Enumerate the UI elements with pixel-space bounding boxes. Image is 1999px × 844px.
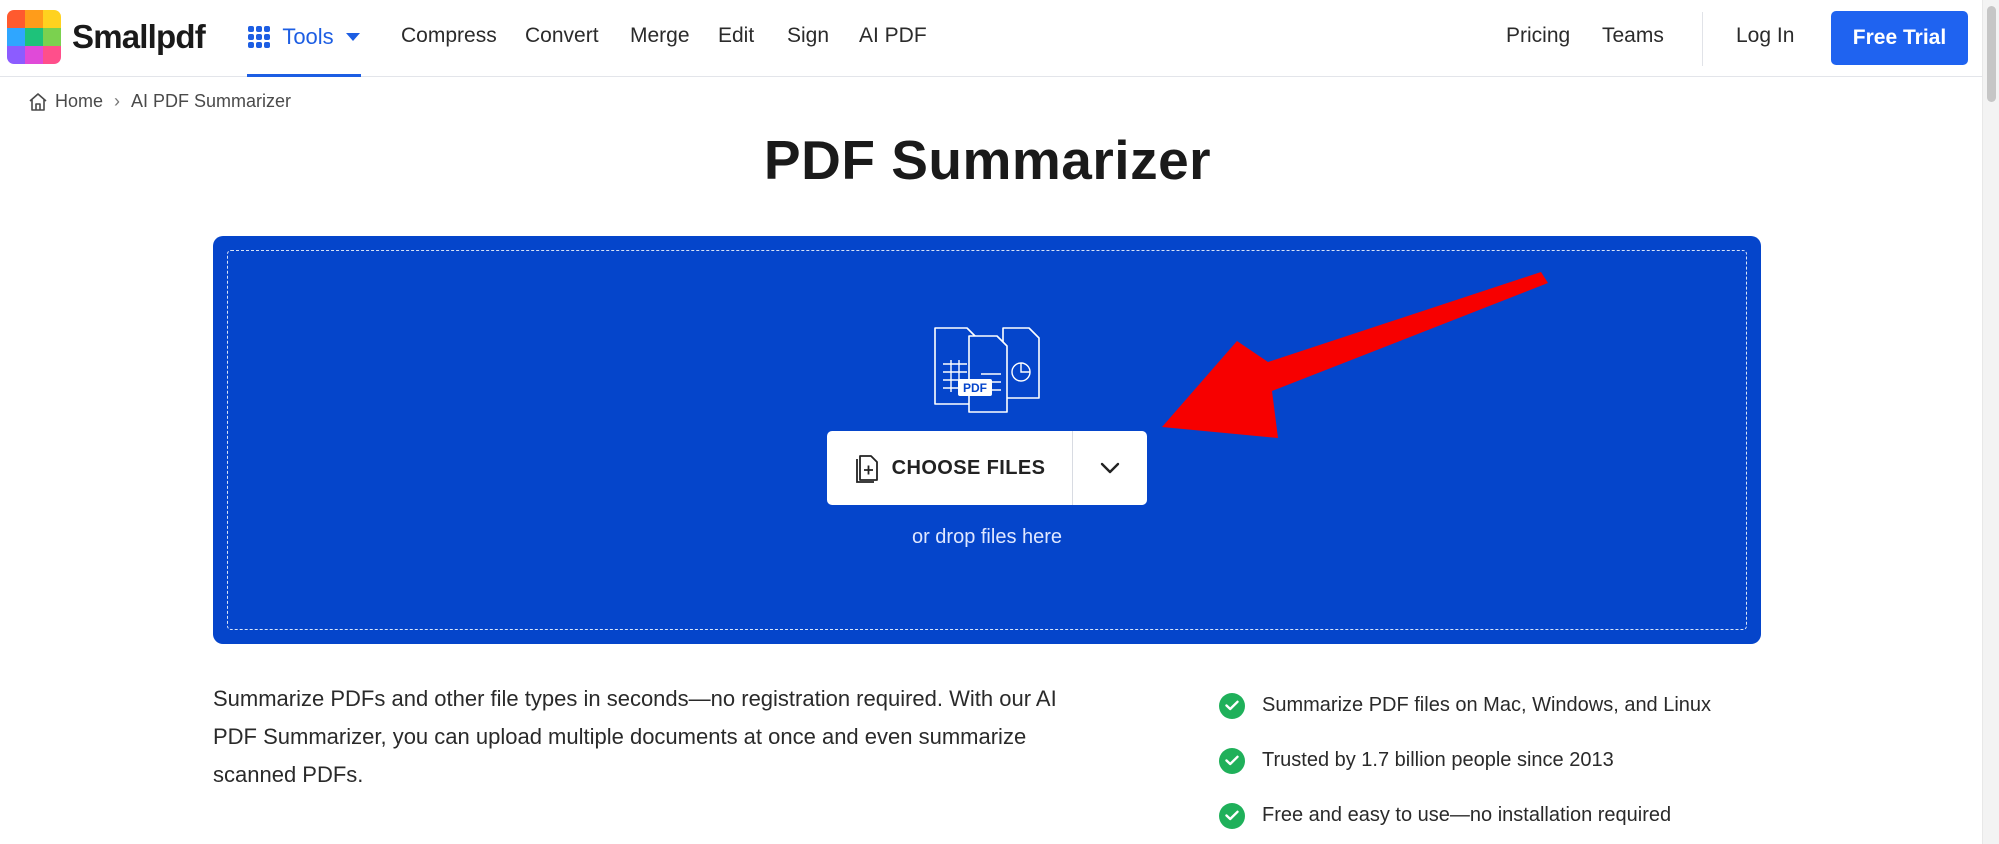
tools-menu[interactable]: Tools — [247, 0, 361, 77]
choose-files-control: CHOOSE FILES — [827, 431, 1147, 505]
feature-list: Summarize PDF files on Mac, Windows, and… — [1219, 678, 1711, 843]
breadcrumb-home[interactable]: Home — [55, 91, 103, 112]
upload-source-dropdown[interactable] — [1073, 431, 1147, 505]
check-circle-icon — [1219, 692, 1245, 719]
feature-text: Summarize PDF files on Mac, Windows, and… — [1262, 694, 1712, 716]
feature-item: Free and easy to use—no installation req… — [1219, 788, 1711, 843]
file-drop-zone[interactable]: PDF CHOOSE FILES or drop files here — [213, 236, 1761, 644]
choose-files-label: CHOOSE FILES — [891, 456, 1046, 479]
header-divider — [1702, 12, 1703, 66]
breadcrumb: Home › AI PDF Summarizer — [28, 91, 291, 112]
caret-down-icon — [345, 33, 360, 41]
breadcrumb-current: AI PDF Summarizer — [131, 91, 292, 111]
feature-text: Free and easy to use—no installation req… — [1262, 804, 1672, 826]
nav-merge[interactable]: Merge — [630, 24, 690, 48]
nav-sign[interactable]: Sign — [787, 24, 829, 48]
nav-ai-pdf[interactable]: AI PDF — [859, 24, 927, 48]
page: Smallpdf Tools Compress Convert Merge Ed… — [0, 0, 1999, 844]
free-trial-button[interactable]: Free Trial — [1831, 11, 1968, 65]
feature-item: Summarize PDF files on Mac, Windows, and… — [1219, 678, 1711, 733]
nav-pricing[interactable]: Pricing — [1506, 24, 1570, 48]
check-circle-icon — [1219, 747, 1245, 774]
tool-description: Summarize PDFs and other file types in s… — [213, 686, 1057, 787]
breadcrumb-separator: › — [114, 91, 121, 111]
nav-compress[interactable]: Compress — [401, 24, 497, 48]
nav-teams[interactable]: Teams — [1602, 24, 1664, 48]
feature-item: Trusted by 1.7 billion people since 2013 — [1219, 733, 1711, 788]
page-title: PDF Summarizer — [763, 129, 1212, 191]
smallpdf-logo-icon — [7, 10, 61, 64]
choose-files-button[interactable]: CHOOSE FILES — [827, 431, 1073, 505]
top-navigation: Smallpdf Tools Compress Convert Merge Ed… — [0, 0, 1982, 77]
scrollbar-thumb[interactable] — [1987, 6, 1996, 102]
logo-text: Smallpdf — [72, 18, 206, 55]
files-illustration-icon: PDF — [934, 327, 1040, 413]
check-circle-icon — [1219, 802, 1245, 829]
tools-label: Tools — [282, 24, 334, 49]
login-link[interactable]: Log In — [1736, 24, 1794, 48]
smallpdf-logo[interactable]: Smallpdf — [7, 10, 206, 64]
pdf-file-label: PDF — [963, 381, 987, 395]
feature-text: Trusted by 1.7 billion people since 2013 — [1262, 749, 1614, 771]
drop-files-hint: or drop files here — [911, 526, 1063, 548]
nav-convert[interactable]: Convert — [525, 24, 599, 48]
page-scrollbar[interactable] — [1982, 0, 1999, 844]
apps-grid-icon — [248, 26, 271, 48]
home-icon — [29, 92, 47, 111]
add-file-icon — [855, 455, 878, 483]
chevron-down-icon — [1100, 462, 1120, 474]
nav-edit[interactable]: Edit — [718, 24, 754, 48]
